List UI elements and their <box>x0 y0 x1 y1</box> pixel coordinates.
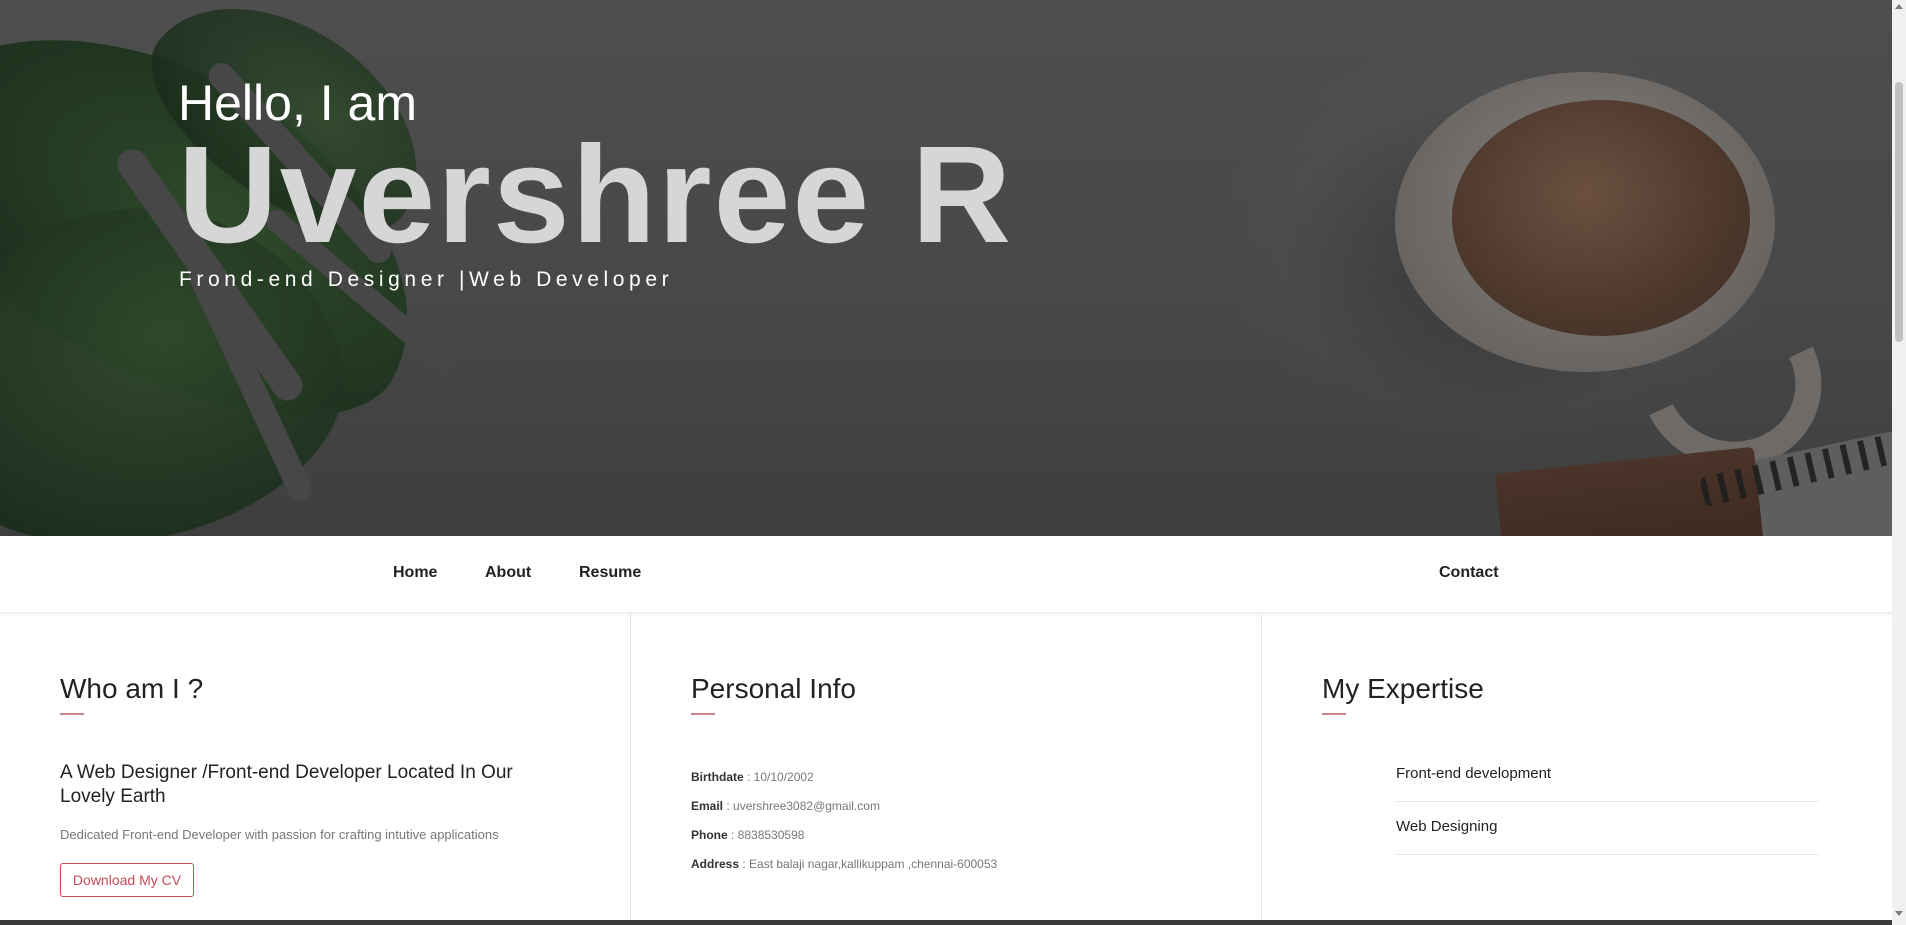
chevron-down-icon[interactable] <box>1895 911 1903 916</box>
about-description: Dedicated Front-end Developer with passi… <box>60 827 499 842</box>
expertise-item: Front-end development <box>1396 749 1818 802</box>
nav-item-home[interactable]: Home <box>393 564 437 582</box>
info-value: : uvershree3082@gmail.com <box>723 799 880 813</box>
hero-name: Uvershree R <box>178 118 1014 272</box>
main-nav: Home About Resume Contact <box>0 536 1898 613</box>
title-underline <box>60 713 84 715</box>
personal-info-list: Birthdate : 10/10/2002 Email : uvershree… <box>691 763 997 879</box>
download-cv-button[interactable]: Download My CV <box>60 863 194 897</box>
chevron-up-icon[interactable] <box>1895 4 1903 9</box>
info-email: Email : uvershree3082@gmail.com <box>691 792 997 821</box>
hero-section: Hello, I am Uvershree R Frond-end Design… <box>0 0 1898 536</box>
title-underline <box>1322 713 1346 715</box>
who-am-i-column: Who am I ? A Web Designer /Front-end Dev… <box>0 613 631 920</box>
about-columns: Who am I ? A Web Designer /Front-end Dev… <box>0 613 1898 920</box>
info-label: Birthdate <box>691 770 744 784</box>
scrollbar-thumb[interactable] <box>1895 82 1903 342</box>
personal-info-title: Personal Info <box>691 673 856 704</box>
expertise-title: My Expertise <box>1322 673 1484 704</box>
title-underline <box>691 713 715 715</box>
info-label: Phone <box>691 828 728 842</box>
info-phone: Phone : 8838530598 <box>691 821 997 850</box>
info-value: : 8838530598 <box>727 828 805 842</box>
info-birthdate: Birthdate : 10/10/2002 <box>691 763 997 792</box>
info-label: Address <box>691 857 740 871</box>
expertise-list: Front-end development Web Designing <box>1396 749 1818 855</box>
who-am-i-title: Who am I ? <box>60 673 204 704</box>
hero-role: Frond-end Designer |Web Developer <box>179 268 674 291</box>
info-value: : East balaji nagar,kallikuppam ,chennai… <box>739 857 998 871</box>
nav-item-resume[interactable]: Resume <box>579 564 641 582</box>
info-address: Address : East balaji nagar,kallikuppam … <box>691 850 997 879</box>
nav-item-about[interactable]: About <box>485 564 531 582</box>
page-scrollbar[interactable] <box>1892 0 1906 925</box>
about-tagline: A Web Designer /Front-end Developer Loca… <box>60 762 513 807</box>
nav-item-contact[interactable]: Contact <box>1439 564 1499 582</box>
info-label: Email <box>691 799 724 813</box>
expertise-item: Web Designing <box>1396 802 1818 855</box>
page-viewport: Hello, I am Uvershree R Frond-end Design… <box>0 0 1898 920</box>
expertise-column: My Expertise Front-end development Web D… <box>1262 613 1898 920</box>
personal-info-column: Personal Info Birthdate : 10/10/2002 Ema… <box>631 613 1262 920</box>
info-value: : 10/10/2002 <box>743 770 814 784</box>
